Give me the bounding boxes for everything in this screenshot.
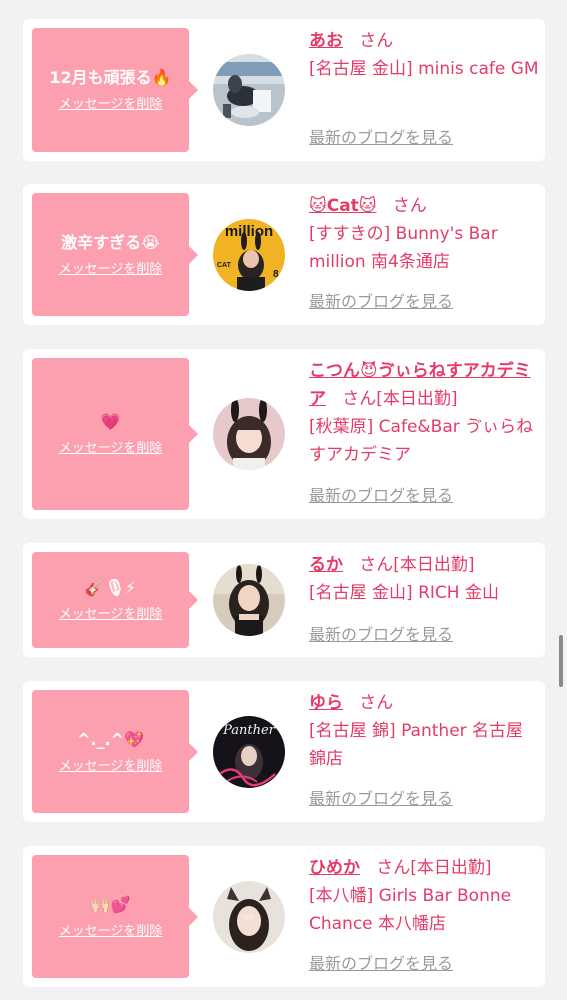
message-text: 🙌🏻💕 — [90, 894, 131, 914]
latest-blog-link[interactable]: 最新のブログを見る — [309, 486, 453, 506]
honorific: さん — [359, 555, 394, 575]
message-text: 激辛すぎる😭 — [61, 232, 160, 252]
favorite-info: 🐱Cat🐱 さん [すすきの] Bunny's Bar million 南4条通… — [309, 192, 539, 276]
latest-blog-link[interactable]: 最新のブログを見る — [309, 954, 453, 974]
favorite-card: 激辛すぎる😭 メッセージを削除 million CAT 8 🐱Cat🐱 さん [ — [23, 184, 545, 325]
honorific: さん — [359, 31, 394, 51]
cast-name-link[interactable]: るか — [309, 555, 343, 575]
favorite-info: ひめか さん[本日出勤] [本八幡] Girls Bar Bonne Chanc… — [309, 854, 539, 938]
message-text: ^._.^💖 — [77, 729, 144, 749]
favorites-list: 12月も頑張る🔥 メッセージを削除 あお さん [名古屋 金山] minis c… — [0, 0, 567, 1000]
avatar[interactable]: Panther — [213, 716, 285, 788]
honorific: さん — [392, 196, 427, 216]
latest-blog-link[interactable]: 最新のブログを見る — [309, 789, 453, 809]
overlay-text: Panther — [222, 723, 276, 738]
honorific: さん — [342, 389, 377, 409]
issue-number: 8 — [273, 269, 279, 280]
message-bubble: 🙌🏻💕 メッセージを削除 — [32, 855, 198, 978]
favorite-info: こつん😈ゔぃらねすアカデミア さん[本日出勤] [秋葉原] Cafe&Bar ゔ… — [309, 357, 539, 469]
delete-message-link[interactable]: メッセージを削除 — [59, 262, 163, 278]
avatar[interactable] — [213, 881, 285, 953]
delete-message-link[interactable]: メッセージを削除 — [59, 97, 163, 113]
message-bubble: ^._.^💖 メッセージを削除 — [32, 690, 198, 813]
favorite-card: 💗 メッセージを削除 こつん😈ゔぃらねすアカデミア さん[本日出勤] [秋葉原]… — [23, 349, 545, 519]
favorite-info: るか さん[本日出勤] [名古屋 金山] RICH 金山 — [309, 551, 539, 607]
cast-name-link[interactable]: ひめか — [309, 858, 360, 878]
delete-message-link[interactable]: メッセージを削除 — [59, 441, 163, 457]
shop-name: [秋葉原] Cafe&Bar ゔぃらねすアカデミア — [309, 417, 534, 465]
favorite-card: 12月も頑張る🔥 メッセージを削除 あお さん [名古屋 金山] minis c… — [23, 19, 545, 161]
message-bubble: 💗 メッセージを削除 — [32, 358, 198, 510]
message-bubble: 12月も頑張る🔥 メッセージを削除 — [32, 28, 198, 152]
favorite-info: あお さん [名古屋 金山] minis cafe GM — [309, 27, 539, 83]
avatar[interactable] — [213, 398, 285, 470]
delete-message-link[interactable]: メッセージを削除 — [59, 607, 163, 623]
message-text: 🎸🎙⚡ — [84, 578, 137, 597]
avatar[interactable] — [213, 54, 285, 126]
attendance-status: [本日出勤] — [410, 858, 492, 878]
message-bubble: 🎸🎙⚡ メッセージを削除 — [32, 552, 198, 648]
latest-blog-link[interactable]: 最新のブログを見る — [309, 292, 453, 312]
cast-name-link[interactable]: 🐱Cat🐱 — [309, 196, 377, 216]
attendance-status: [本日出勤] — [376, 389, 458, 409]
scrollbar[interactable] — [559, 635, 563, 687]
honorific: さん — [359, 693, 394, 713]
shop-name: [すすきの] Bunny's Bar million 南4条通店 — [309, 224, 498, 272]
delete-message-link[interactable]: メッセージを削除 — [59, 759, 163, 775]
message-bubble: 激辛すぎる😭 メッセージを削除 — [32, 193, 198, 316]
honorific: さん — [376, 858, 411, 878]
attendance-status: [本日出勤] — [393, 555, 475, 575]
cast-name-link[interactable]: ゆら — [309, 693, 343, 713]
latest-blog-link[interactable]: 最新のブログを見る — [309, 128, 453, 148]
favorite-info: ゆら さん [名古屋 錦] Panther 名古屋錦店 — [309, 689, 539, 773]
favorite-card: 🙌🏻💕 メッセージを削除 ひめか さん[本日出勤] [本八幡] Girls Ba… — [23, 846, 545, 987]
delete-message-link[interactable]: メッセージを削除 — [59, 924, 163, 940]
cover-text: million — [225, 223, 273, 240]
shop-name: [名古屋 金山] RICH 金山 — [309, 583, 499, 603]
shop-name: [名古屋 金山] minis cafe GM — [309, 59, 539, 79]
favorite-card: 🎸🎙⚡ メッセージを削除 るか さん[本日出勤] [名古屋 金山] RICH 金… — [23, 543, 545, 657]
message-text: 💗 — [100, 412, 121, 431]
avatar[interactable]: million CAT 8 — [213, 219, 285, 291]
cast-name-link[interactable]: あお — [309, 31, 343, 51]
message-text: 12月も頑張る🔥 — [49, 68, 172, 87]
latest-blog-link[interactable]: 最新のブログを見る — [309, 625, 453, 645]
shop-name: [名古屋 錦] Panther 名古屋錦店 — [309, 721, 524, 769]
avatar[interactable] — [213, 564, 285, 636]
favorite-card: ^._.^💖 メッセージを削除 Panther ゆら さん [名古屋 錦] Pa… — [23, 681, 545, 822]
shop-name: [本八幡] Girls Bar Bonne Chance 本八幡店 — [309, 886, 512, 934]
badge-text: CAT — [217, 262, 232, 269]
